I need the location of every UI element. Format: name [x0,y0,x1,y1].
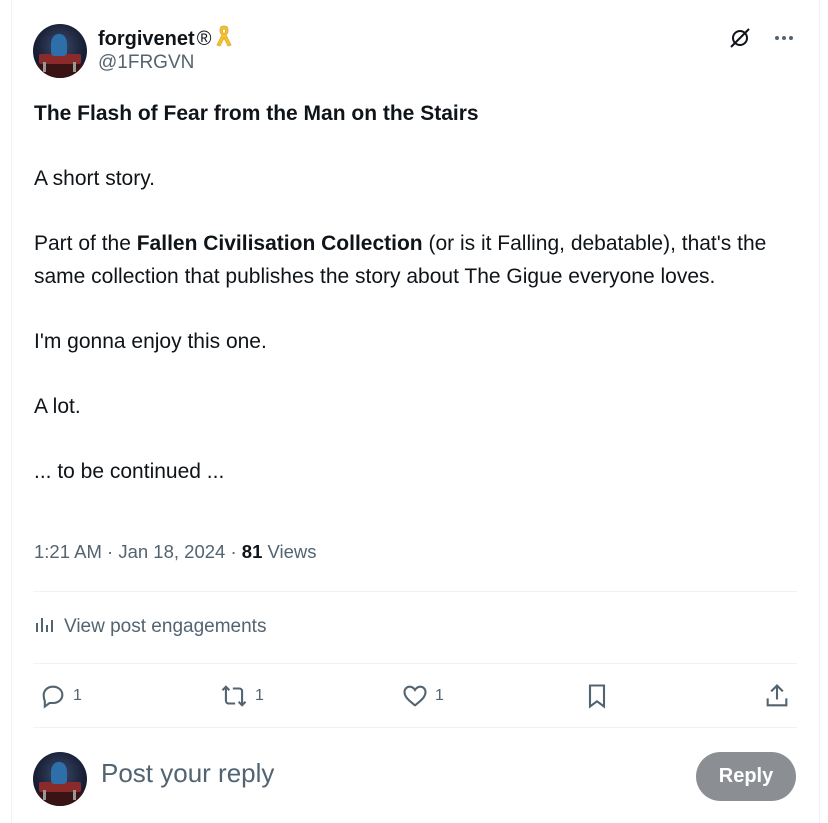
like-count: 1 [435,687,444,704]
views-label: Views [262,541,317,562]
bookmark-icon [588,684,606,709]
reply-input[interactable]: Post your reply [101,758,274,789]
reply-count: 1 [73,687,82,704]
collection-name: Fallen Civilisation Collection [136,232,423,255]
reply-avatar[interactable] [33,752,87,806]
post-line-continued: ... to be continued ... [34,459,225,483]
collection-prefix: Part of the [34,232,137,255]
post-meta: 1:21 AM · Jan 18, 2024 · 81 Views [34,541,317,563]
view-engagements-label: View post engagements [64,616,267,637]
more-options-icon[interactable] [772,26,796,50]
author-display-name[interactable]: forgivenet [98,28,195,51]
post-time[interactable]: 1:21 AM [34,541,102,562]
author-handle[interactable]: @1FRGVN [98,52,194,74]
share-action[interactable] [763,682,791,710]
repost-count: 1 [255,687,264,704]
post-title: The Flash of Fear from the Man on the St… [34,102,479,125]
post-line-a-lot: A lot. [34,394,81,418]
views-count: 81 [241,541,263,562]
post-line-enjoy: I'm gonna enjoy this one. [34,329,267,353]
action-bar: 1 1 1 [33,674,797,718]
awareness-ribbon-icon [215,24,233,54]
post-date[interactable]: Jan 18, 2024 [118,541,225,562]
heart-icon [403,685,427,707]
author-avatar[interactable] [33,24,87,78]
reply-icon [42,685,64,709]
meta-separator: · [101,541,119,562]
divider [33,591,797,592]
meta-separator: · [225,541,242,562]
top-icons [728,26,796,50]
post-collection-paragraph: Part of the Fallen Civilisation Collecti… [34,228,774,293]
view-engagements-link[interactable]: View post engagements [34,614,266,640]
divider [33,727,797,728]
reply-button[interactable]: Reply [696,752,796,801]
like-action[interactable]: 1 [401,682,444,710]
registered-mark: ® [196,27,212,50]
post-line-short-story: A short story. [34,167,155,190]
divider [33,663,797,664]
repost-icon [221,685,247,707]
reply-action[interactable]: 1 [39,682,82,710]
grok-icon[interactable] [728,26,752,50]
analytics-icon [34,614,54,640]
share-icon [766,684,788,707]
post-text: The Flash of Fear from the Man on the St… [34,98,774,488]
bookmark-action[interactable] [583,682,611,710]
repost-action[interactable]: 1 [219,682,264,710]
author-name-row[interactable]: forgivenet ® [98,24,233,54]
